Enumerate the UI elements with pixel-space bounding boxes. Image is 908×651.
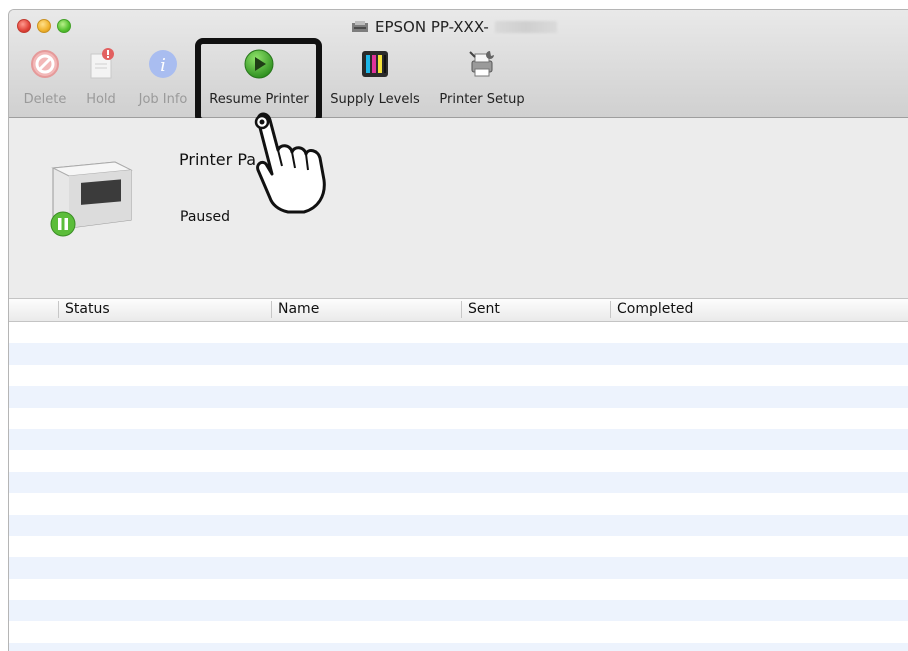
column-header-completed[interactable]: Completed	[610, 301, 693, 318]
table-row	[9, 471, 908, 494]
column-header-name[interactable]: Name	[271, 301, 319, 318]
table-row	[9, 428, 908, 451]
printer-state-text: Paused	[180, 209, 231, 225]
hold-button[interactable]: Hold	[79, 48, 123, 110]
table-row	[9, 535, 908, 558]
redacted-serial	[494, 21, 557, 33]
job-queue-table: Status Name Sent Completed	[9, 298, 908, 651]
table-row	[9, 386, 908, 408]
window-title: EPSON PP-XXX-	[351, 18, 557, 36]
printer-setup-button[interactable]: Printer Setup	[435, 48, 529, 110]
table-row	[9, 364, 908, 387]
job-info-label: Job Info	[138, 92, 188, 107]
supply-levels-label: Supply Levels	[330, 92, 420, 107]
printer-icon	[352, 21, 368, 32]
job-info-button[interactable]: i Job Info	[133, 48, 193, 110]
table-header: Status Name Sent Completed	[9, 298, 908, 322]
delete-icon	[31, 50, 59, 78]
svg-text:i: i	[160, 55, 166, 76]
table-row	[9, 514, 908, 536]
printer-status-panel: Printer Pa Paused	[9, 118, 908, 298]
supply-levels-button[interactable]: Supply Levels	[326, 48, 424, 110]
table-row	[9, 493, 908, 515]
hold-icon	[90, 48, 114, 79]
printer-setup-label: Printer Setup	[439, 92, 525, 107]
hold-label: Hold	[86, 92, 116, 107]
table-row	[9, 557, 908, 579]
column-header-sent[interactable]: Sent	[461, 301, 500, 318]
pointing-hand-icon	[254, 112, 326, 214]
printer-queue-window: EPSON PP-XXX- Delete Hold i Job Info Res…	[8, 9, 908, 651]
table-row	[9, 343, 908, 365]
info-icon: i	[149, 50, 177, 78]
table-row	[9, 578, 908, 601]
printer-device-icon	[50, 161, 133, 237]
table-row	[9, 450, 908, 472]
column-header-status[interactable]: Status	[58, 301, 110, 318]
printer-setup-icon	[469, 51, 494, 77]
window-title-text: EPSON PP-XXX-	[375, 18, 489, 36]
close-window-button[interactable]	[17, 19, 31, 33]
minimize-window-button[interactable]	[37, 19, 51, 33]
toolbar: EPSON PP-XXX- Delete Hold i Job Info Res…	[9, 10, 908, 124]
delete-button[interactable]: Delete	[17, 48, 73, 110]
ink-levels-icon	[362, 51, 388, 77]
table-row	[9, 407, 908, 429]
table-row	[9, 322, 908, 344]
table-row	[9, 621, 908, 643]
table-row	[9, 600, 908, 622]
delete-label: Delete	[23, 92, 67, 107]
table-body	[9, 322, 908, 651]
zoom-window-button[interactable]	[57, 19, 71, 33]
